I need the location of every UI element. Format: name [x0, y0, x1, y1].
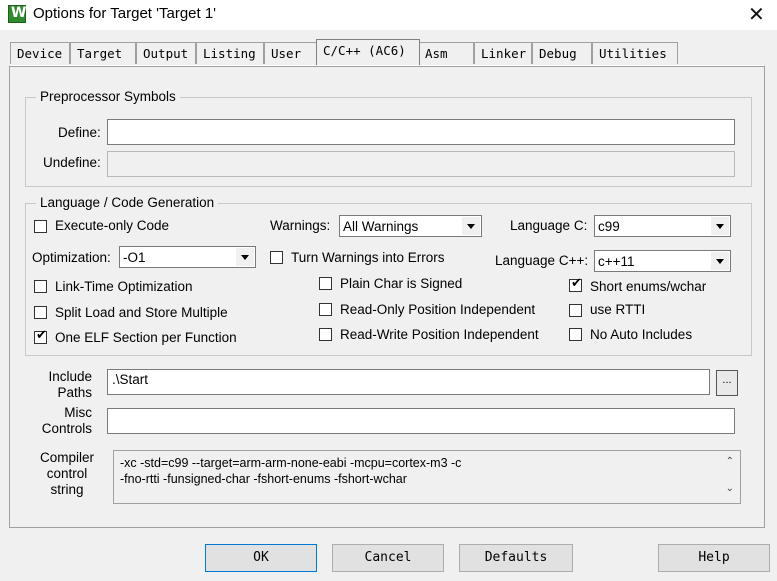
optimization-value: -O1 — [123, 250, 146, 265]
ok-button[interactable]: OK — [205, 544, 317, 572]
one-elf-checkbox[interactable]: ✔ — [34, 328, 47, 344]
language-cpp-label: Language C++: — [495, 253, 589, 268]
no-auto-includes-checkbox[interactable] — [569, 328, 582, 341]
scroll-down-icon[interactable]: ⌄ — [726, 483, 734, 494]
tab-utilities[interactable]: Utilities — [592, 42, 678, 64]
turn-warnings-errors-checkbox[interactable] — [270, 251, 283, 264]
include-paths-input[interactable]: .\Start — [107, 369, 710, 395]
language-group-title: Language / Code Generation — [36, 195, 219, 210]
optimization-dropdown[interactable]: -O1 — [119, 246, 256, 268]
short-enums-label: Short enums/wchar — [590, 279, 707, 294]
app-logo-icon: W — [8, 5, 26, 23]
scroll-up-icon[interactable]: ⌃ — [726, 456, 734, 467]
browse-include-button[interactable]: ... — [716, 370, 738, 396]
one-elf-label: One ELF Section per Function — [55, 330, 237, 345]
tab-listing[interactable]: Listing — [196, 42, 264, 64]
misc-label-line2: Controls — [41, 421, 92, 436]
warnings-label: Warnings: — [270, 218, 331, 233]
language-c-value: c99 — [598, 219, 620, 234]
tab-target[interactable]: Target — [70, 42, 136, 64]
include-label-line2: Paths — [57, 385, 92, 400]
split-load-checkbox[interactable] — [34, 306, 47, 319]
split-load-label: Split Load and Store Multiple — [55, 305, 228, 320]
use-rtti-label: use RTTI — [590, 302, 646, 317]
define-input[interactable] — [107, 119, 735, 145]
tab-output[interactable]: Output — [136, 42, 196, 64]
language-c-dropdown[interactable]: c99 — [594, 215, 731, 237]
ropi-label: Read-Only Position Independent — [340, 302, 536, 317]
execute-only-label: Execute-only Code — [55, 218, 170, 233]
language-cpp-dropdown[interactable]: c++11 — [594, 250, 731, 272]
define-label: Define: — [58, 125, 101, 140]
chevron-down-icon — [711, 217, 729, 235]
undefine-label: Undefine: — [43, 155, 101, 170]
plain-char-label: Plain Char is Signed — [340, 276, 463, 291]
chevron-down-icon — [711, 252, 729, 270]
warnings-dropdown[interactable]: All Warnings — [339, 215, 482, 237]
compiler-string-line2: -fno-rtti -funsigned-char -fshort-enums … — [120, 472, 407, 486]
chevron-down-icon — [462, 217, 480, 235]
warnings-value: All Warnings — [343, 219, 419, 234]
ropi-checkbox[interactable] — [319, 303, 332, 316]
rwpi-label: Read-Write Position Independent — [340, 327, 539, 342]
plain-char-checkbox[interactable] — [319, 277, 332, 290]
chevron-down-icon — [236, 248, 254, 266]
help-button[interactable]: Help — [658, 544, 770, 572]
window-title: Options for Target 'Target 1' — [33, 5, 217, 22]
optimization-label: Optimization: — [32, 250, 111, 265]
defaults-button[interactable]: Defaults — [459, 544, 573, 572]
close-icon[interactable]: ✕ — [748, 2, 765, 26]
misc-controls-input[interactable] — [107, 408, 735, 434]
misc-label-line1: Misc — [64, 405, 92, 420]
execute-only-checkbox[interactable] — [34, 220, 47, 233]
compiler-label-line3: string — [50, 482, 84, 497]
tab-device[interactable]: Device — [10, 42, 70, 64]
tab-user[interactable]: User — [264, 42, 320, 64]
check-icon: ✔ — [571, 276, 582, 291]
tab-debug[interactable]: Debug — [532, 42, 592, 64]
tab-linker[interactable]: Linker — [474, 42, 532, 64]
preprocessor-group-title: Preprocessor Symbols — [36, 89, 180, 104]
tab-c-cpp-ac6[interactable]: C/C++ (AC6) — [316, 39, 420, 65]
link-time-checkbox[interactable] — [34, 280, 47, 293]
short-enums-checkbox[interactable]: ✔ — [569, 276, 582, 292]
rwpi-checkbox[interactable] — [319, 328, 332, 341]
language-cpp-value: c++11 — [598, 254, 635, 269]
check-icon: ✔ — [36, 328, 47, 343]
compiler-label-line1: Compiler — [39, 450, 94, 465]
compiler-control-string[interactable]: -xc -std=c99 --target=arm-arm-none-eabi … — [113, 450, 741, 504]
include-label-line1: Include — [48, 369, 92, 384]
compiler-string-line1: -xc -std=c99 --target=arm-arm-none-eabi … — [120, 456, 462, 470]
no-auto-includes-label: No Auto Includes — [590, 327, 693, 342]
compiler-label-line2: control — [46, 466, 88, 481]
language-c-label: Language C: — [510, 218, 588, 233]
tab-asm[interactable]: Asm — [418, 42, 474, 64]
use-rtti-checkbox[interactable] — [569, 304, 582, 317]
undefine-input — [107, 151, 735, 177]
turn-warnings-errors-label: Turn Warnings into Errors — [291, 250, 445, 265]
cancel-button[interactable]: Cancel — [332, 544, 444, 572]
link-time-label: Link-Time Optimization — [55, 279, 193, 294]
